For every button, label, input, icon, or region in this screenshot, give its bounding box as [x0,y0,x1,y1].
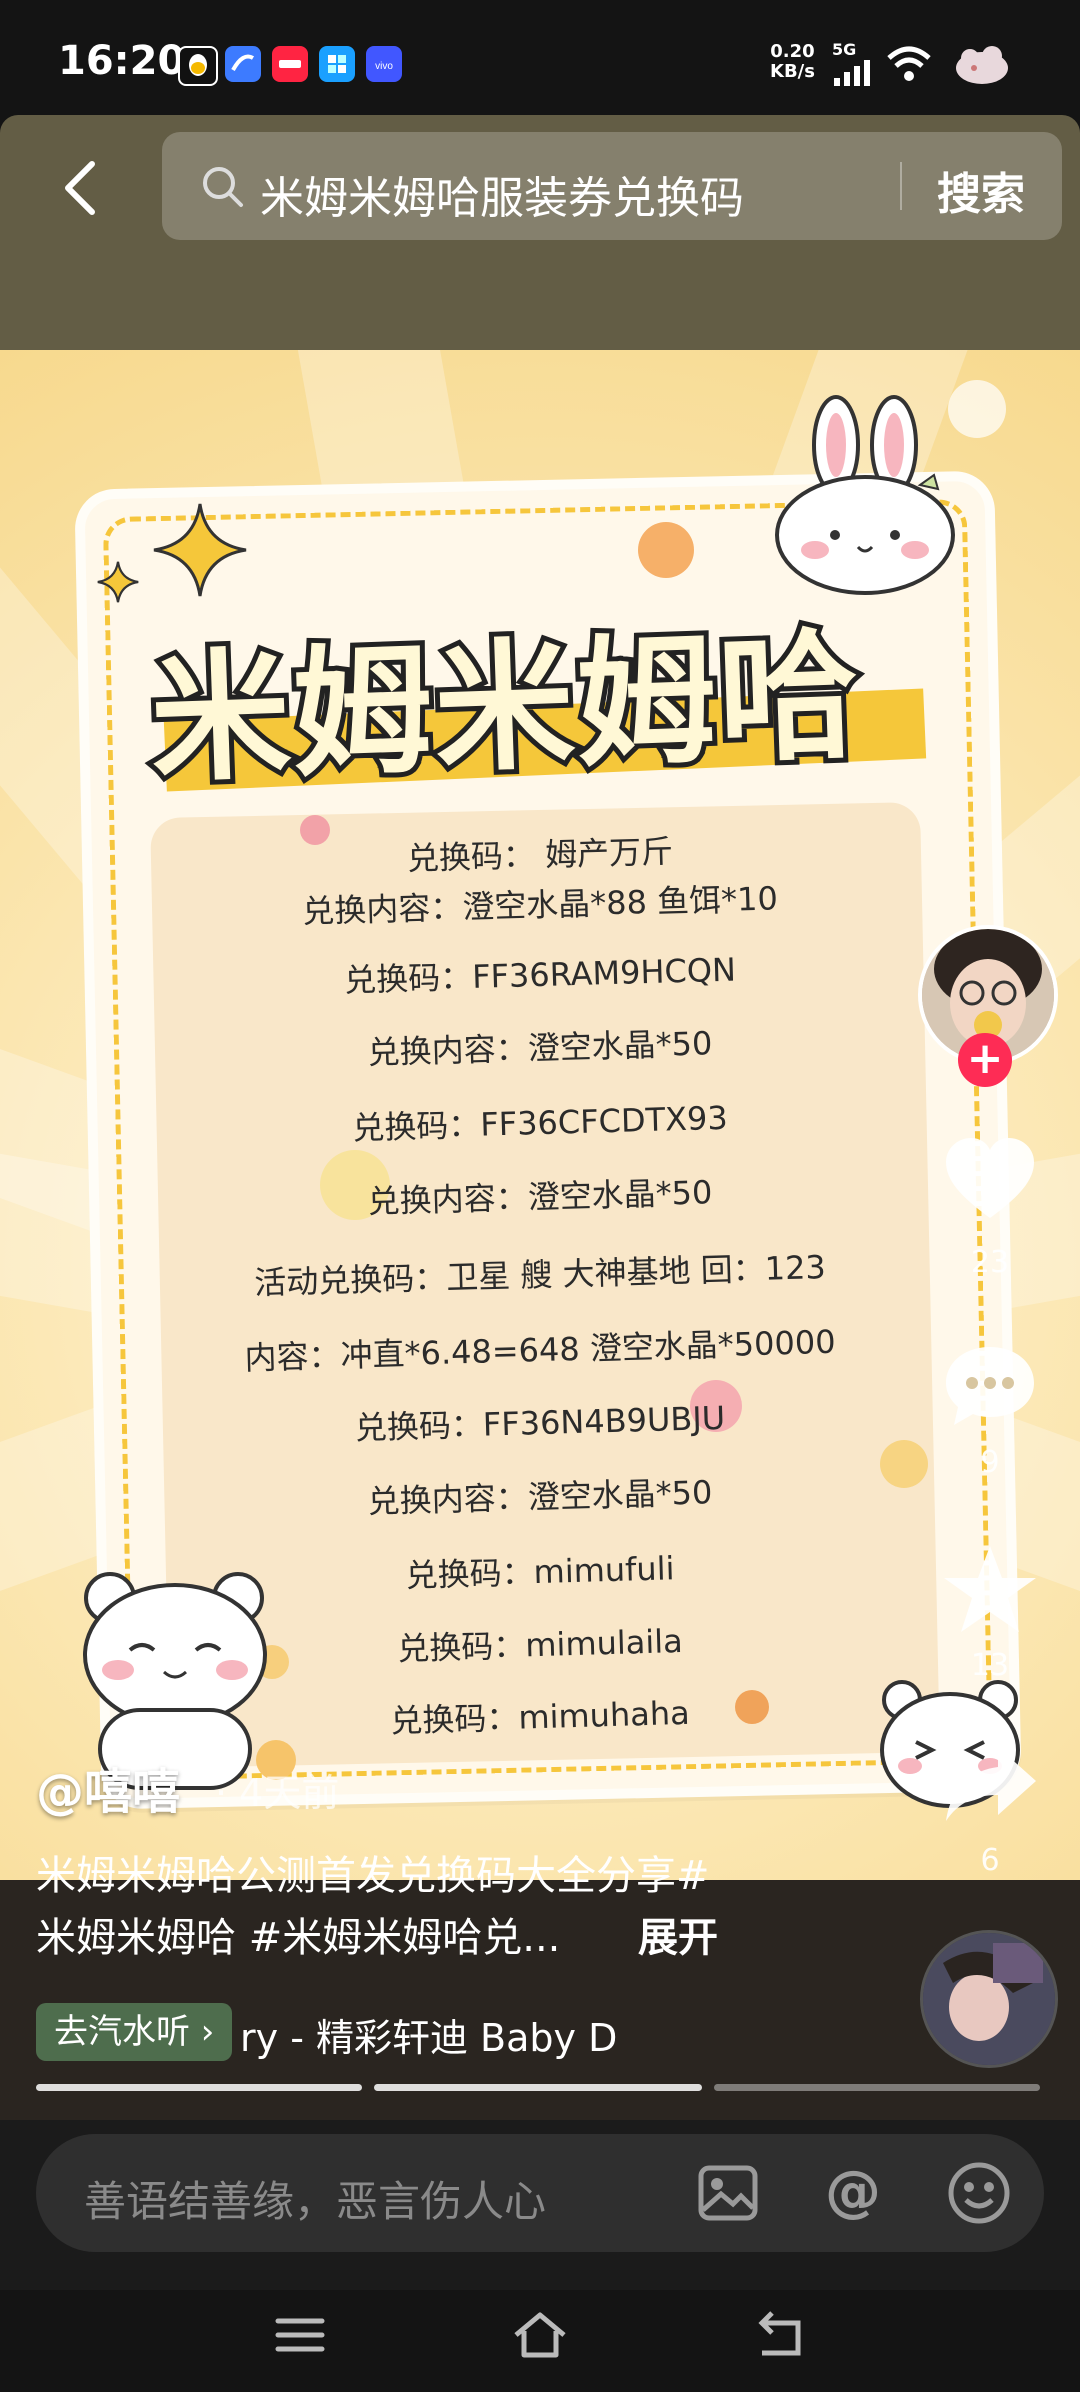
search-button[interactable]: 搜索 [937,158,1025,222]
post-time: · 4天前 [215,1771,340,1815]
status-time: 16:20 [58,38,186,84]
battery-icon [956,46,1008,84]
star-icon[interactable] [940,1540,1040,1640]
svg-text:@: @ [825,2160,881,2224]
emoji-icon[interactable] [946,2160,1012,2226]
follow-button[interactable]: + [958,1033,1012,1087]
qishui-music-chip[interactable]: 去汽水听 › [36,2003,233,2061]
music-title[interactable]: ry - 精彩轩迪 Baby D [240,2007,670,2062]
post-description-line2[interactable]: 米姆米姆哈 #米姆米姆哈兑... [36,1905,560,1963]
vivo-icon: vivo [366,46,402,82]
qq-icon [178,46,218,86]
status-bar: 16:20 vivo 0.20 KB/s 5G [0,0,1080,120]
image-icon[interactable] [695,2160,761,2226]
comment-input[interactable]: 善语结善缘，恶言伤人心 [36,2134,1044,2252]
app-store-icon [319,46,355,82]
bunny-sticker-icon [775,395,955,595]
search-input[interactable]: 米姆米姆哈服装券兑换码 搜索 [162,132,1062,240]
back-nav-icon[interactable] [750,2305,810,2365]
like-count: 23 [970,1245,1010,1280]
small-sparkle-icon [97,561,139,603]
svg-text:vivo: vivo [375,61,393,72]
net-speed: 0.20 KB/s [770,41,815,82]
heart-icon[interactable] [940,1130,1040,1230]
share-icon[interactable] [940,1735,1040,1835]
comment-placeholder: 善语结善缘，恶言伤人心 [84,2177,547,2226]
home-icon[interactable] [510,2305,570,2365]
network-type: 5G [832,40,857,59]
blue-app-icon [225,46,261,82]
poster-title: 米姆米姆哈 [143,610,868,808]
music-disc[interactable] [920,1930,1058,2068]
author-name[interactable]: @嘻嘻 [36,1752,180,1822]
search-divider [900,162,902,210]
story-progress-segment [36,2084,362,2091]
search-query: 米姆米姆哈服装券兑换码 [260,173,744,224]
post-description-line1[interactable]: 米姆米姆哈公测首发兑换码大全分享# [36,1843,710,1901]
favorite-count: 13 [970,1648,1010,1683]
story-progress-segment [714,2084,1040,2091]
signal-icon [834,60,870,86]
search-icon [203,167,243,207]
expand-button[interactable]: 展开 [638,1905,718,1963]
xiaohongshu-icon [272,46,308,82]
comment-count: 9 [980,1445,1000,1480]
sparkle-icon [153,503,247,597]
story-progress-segment [374,2084,702,2091]
comment-icon[interactable] [940,1335,1040,1435]
wifi-icon [887,46,931,81]
share-count: 6 [980,1843,1000,1878]
mention-icon[interactable]: @ [820,2160,886,2226]
back-arrow-icon[interactable] [54,158,114,218]
menu-icon[interactable] [270,2305,330,2365]
